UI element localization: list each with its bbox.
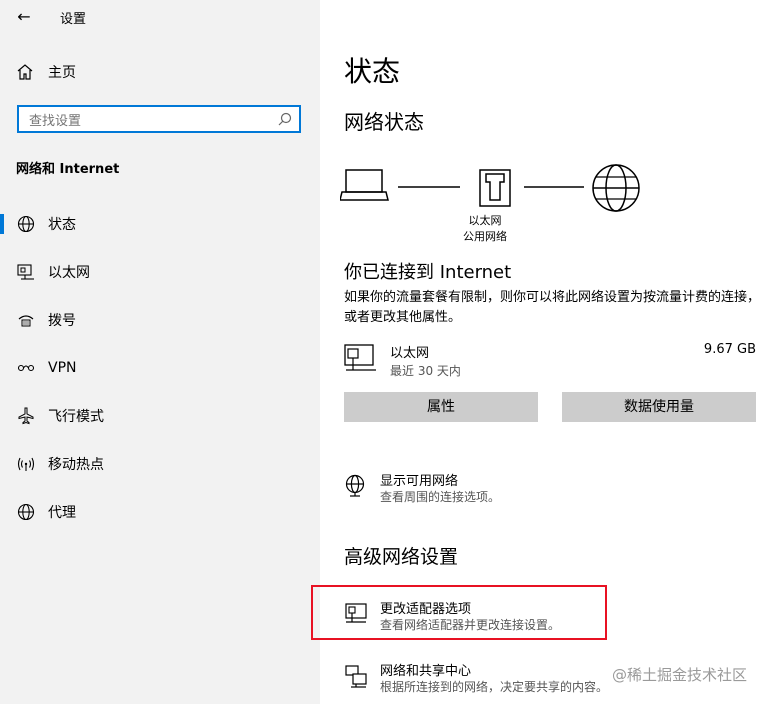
home-icon: [17, 64, 33, 80]
diagram-label-ethernet: 以太网: [468, 214, 502, 227]
network-adapter-icon: [345, 603, 367, 623]
search-box[interactable]: [17, 105, 301, 133]
ethernet-period: 最近 30 天内: [390, 364, 461, 378]
home-nav-item[interactable]: 主页: [16, 62, 76, 82]
sidebar-item-label: VPN: [48, 360, 77, 376]
data-usage-button[interactable]: 数据使用量: [562, 392, 756, 422]
ethernet-data-usage: 9.67 GB: [703, 342, 756, 357]
properties-button[interactable]: 属性: [344, 392, 538, 422]
ethernet-usage-row: 以太网 最近 30 天内 9.67 GB: [344, 340, 756, 380]
search-input[interactable]: [27, 109, 271, 133]
sidebar-item-label: 状态: [48, 217, 76, 233]
globe-network-icon: [345, 474, 365, 497]
sharing-center-title: 网络和共享中心: [380, 664, 472, 679]
connected-heading: 你已连接到 Internet: [344, 262, 512, 283]
dialup-icon: [16, 310, 36, 330]
sidebar-item-hotspot[interactable]: 移动热点: [0, 448, 320, 480]
sidebar-item-dialup[interactable]: 拨号: [0, 304, 320, 336]
show-networks-subtitle: 查看周围的连接选项。: [380, 490, 501, 504]
sidebar-item-proxy[interactable]: 代理: [0, 496, 320, 528]
search-icon[interactable]: [277, 111, 293, 127]
sidebar-item-ethernet[interactable]: 以太网: [0, 256, 320, 288]
sidebar-item-label: 拨号: [48, 313, 76, 329]
ethernet-name: 以太网: [390, 346, 430, 361]
connected-description: 如果你的流量套餐有限制，则你可以将此网络设置为按流量计费的连接，或者更改其他属性…: [344, 290, 761, 325]
section-title: 网络和 Internet: [16, 162, 120, 177]
advanced-settings-heading: 高级网络设置: [344, 546, 459, 568]
airplane-icon: [16, 406, 36, 426]
watermark: @稀土掘金技术社区: [611, 666, 747, 684]
sharing-center-subtitle: 根据所连接到的网络，决定要共享的内容。: [380, 680, 609, 694]
sidebar-item-vpn[interactable]: VPN: [0, 352, 320, 384]
main-content: 状态 网络状态 以太网 公用网络 你已连接到 Internet 如果你的流量套餐…: [320, 0, 765, 704]
sidebar-item-label: 飞行模式: [48, 409, 104, 425]
ethernet-icon: [16, 262, 36, 282]
ethernet-computer-icon: [344, 344, 376, 371]
hotspot-icon: [16, 454, 36, 474]
show-networks-title: 显示可用网络: [380, 474, 459, 489]
change-adapter-options-link[interactable]: 更改适配器选项 查看网络适配器并更改连接设置。: [344, 598, 744, 638]
adapter-options-title: 更改适配器选项: [380, 602, 472, 617]
sidebar-item-label: 移动热点: [48, 457, 104, 473]
sidebar-item-label: 代理: [48, 505, 76, 521]
home-label: 主页: [48, 65, 76, 81]
vpn-icon: [16, 358, 36, 378]
show-available-networks-link[interactable]: 显示可用网络 查看周围的连接选项。: [344, 470, 744, 510]
diagram-label-network-type: 公用网络: [463, 230, 507, 243]
sidebar: ← 设置 主页 网络和 Internet 状态 以太网 拨号 VPN 飞行模式 …: [0, 0, 320, 704]
sharing-center-icon: [345, 665, 367, 688]
adapter-options-subtitle: 查看网络适配器并更改连接设置。: [380, 618, 561, 632]
laptop-icon: [340, 169, 389, 201]
network-status-heading: 网络状态: [344, 110, 424, 134]
sidebar-item-label: 以太网: [48, 265, 90, 281]
page-title: 状态: [344, 55, 401, 88]
sidebar-item-status[interactable]: 状态: [0, 208, 320, 240]
globe-icon: [16, 214, 36, 234]
window-title: 设置: [60, 12, 87, 27]
sidebar-item-airplane-mode[interactable]: 飞行模式: [0, 400, 320, 432]
ethernet-port-icon: [479, 169, 511, 207]
back-arrow-icon[interactable]: ←: [12, 6, 36, 28]
internet-globe-icon: [592, 164, 640, 212]
globe-icon: [16, 502, 36, 522]
